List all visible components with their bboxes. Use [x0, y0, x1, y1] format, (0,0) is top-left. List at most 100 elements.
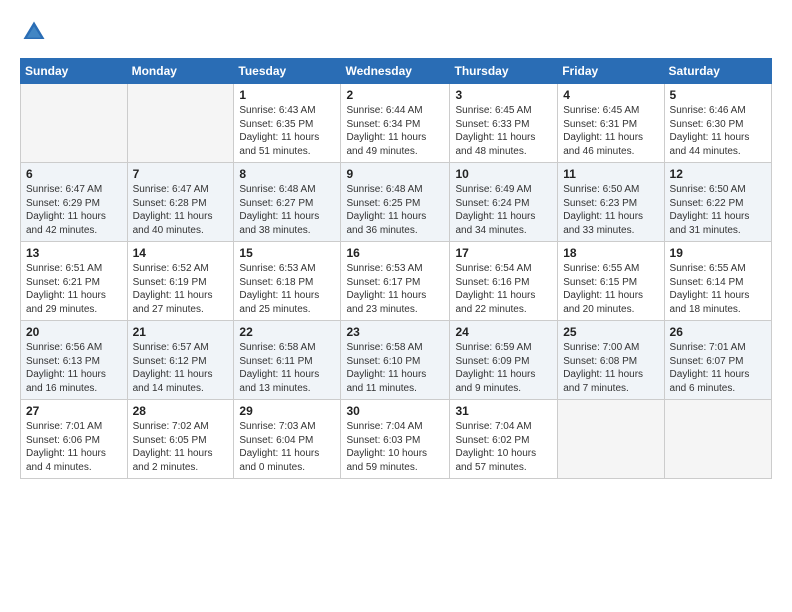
day-info: Sunrise: 7:02 AMSunset: 6:05 PMDaylight:…	[133, 420, 229, 474]
col-header-tuesday: Tuesday	[234, 59, 341, 84]
day-cell: 29Sunrise: 7:03 AMSunset: 6:04 PMDayligh…	[234, 400, 341, 479]
day-cell: 16 Sunrise: 6:53 AMSunset: 6:17 PMDayligh…	[341, 242, 450, 321]
day-cell: 15 Sunrise: 6:53 AMSunset: 6:18 PMDayligh…	[234, 242, 341, 321]
day-number: 3	[455, 88, 552, 102]
day-cell: 20 Sunrise: 6:56 AMSunset: 6:13 PMDayligh…	[21, 321, 128, 400]
day-number: 19	[670, 246, 766, 260]
day-info: Sunrise: 6:58 AMSunset: 6:10 PMDaylight:…	[346, 341, 444, 395]
day-number: 17	[455, 246, 552, 260]
day-cell: 26 Sunrise: 7:01 AMSunset: 6:07 PMDayligh…	[664, 321, 771, 400]
day-number: 4	[563, 88, 658, 102]
day-cell	[558, 400, 664, 479]
day-number: 20	[26, 325, 122, 339]
day-cell: 2 Sunrise: 6:44 AMSunset: 6:34 PMDaylight…	[341, 84, 450, 163]
day-number: 8	[239, 167, 335, 181]
col-header-thursday: Thursday	[450, 59, 558, 84]
day-cell: 8 Sunrise: 6:48 AMSunset: 6:27 PMDaylight…	[234, 163, 341, 242]
day-number: 15	[239, 246, 335, 260]
day-info: Sunrise: 6:54 AMSunset: 6:16 PMDaylight:…	[455, 262, 552, 316]
day-number: 16	[346, 246, 444, 260]
day-number: 6	[26, 167, 122, 181]
day-cell	[664, 400, 771, 479]
day-cell: 11 Sunrise: 6:50 AMSunset: 6:23 PMDayligh…	[558, 163, 664, 242]
week-row-2: 6Sunrise: 6:47 AMSunset: 6:29 PMDaylight…	[21, 163, 772, 242]
day-info: Sunrise: 6:47 AMSunset: 6:28 PMDaylight:…	[133, 183, 229, 237]
day-info: Sunrise: 6:50 AMSunset: 6:23 PMDaylight:…	[563, 183, 658, 237]
day-info: Sunrise: 7:04 AMSunset: 6:03 PMDaylight:…	[346, 420, 444, 474]
day-cell: 17 Sunrise: 6:54 AMSunset: 6:16 PMDayligh…	[450, 242, 558, 321]
day-cell: 4 Sunrise: 6:45 AMSunset: 6:31 PMDaylight…	[558, 84, 664, 163]
day-number: 5	[670, 88, 766, 102]
day-info: Sunrise: 6:55 AMSunset: 6:14 PMDaylight:…	[670, 262, 766, 316]
day-info: Sunrise: 6:53 AMSunset: 6:18 PMDaylight:…	[239, 262, 335, 316]
header-row: SundayMondayTuesdayWednesdayThursdayFrid…	[21, 59, 772, 84]
day-cell	[127, 84, 234, 163]
day-number: 28	[133, 404, 229, 418]
day-cell: 31Sunrise: 7:04 AMSunset: 6:02 PMDayligh…	[450, 400, 558, 479]
day-number: 21	[133, 325, 229, 339]
day-cell: 3 Sunrise: 6:45 AMSunset: 6:33 PMDaylight…	[450, 84, 558, 163]
day-info: Sunrise: 7:01 AMSunset: 6:07 PMDaylight:…	[670, 341, 766, 395]
day-cell: 28 Sunrise: 7:02 AMSunset: 6:05 PMDayligh…	[127, 400, 234, 479]
day-info: Sunrise: 6:46 AMSunset: 6:30 PMDaylight:…	[670, 104, 766, 158]
day-info: Sunrise: 6:43 AMSunset: 6:35 PMDaylight:…	[239, 104, 335, 158]
day-cell: 30 Sunrise: 7:04 AMSunset: 6:03 PMDayligh…	[341, 400, 450, 479]
week-row-4: 20 Sunrise: 6:56 AMSunset: 6:13 PMDayligh…	[21, 321, 772, 400]
day-cell: 25 Sunrise: 7:00 AMSunset: 6:08 PMDayligh…	[558, 321, 664, 400]
day-number: 26	[670, 325, 766, 339]
day-info: Sunrise: 6:55 AMSunset: 6:15 PMDaylight:…	[563, 262, 658, 316]
day-cell: 7Sunrise: 6:47 AMSunset: 6:28 PMDaylight…	[127, 163, 234, 242]
day-info: Sunrise: 7:00 AMSunset: 6:08 PMDaylight:…	[563, 341, 658, 395]
day-info: Sunrise: 6:52 AMSunset: 6:19 PMDaylight:…	[133, 262, 229, 316]
day-info: Sunrise: 7:04 AMSunset: 6:02 PMDaylight:…	[455, 420, 552, 474]
day-cell: 22 Sunrise: 6:58 AMSunset: 6:11 PMDayligh…	[234, 321, 341, 400]
day-cell: 18Sunrise: 6:55 AMSunset: 6:15 PMDayligh…	[558, 242, 664, 321]
day-info: Sunrise: 6:48 AMSunset: 6:25 PMDaylight:…	[346, 183, 444, 237]
day-number: 12	[670, 167, 766, 181]
day-number: 11	[563, 167, 658, 181]
col-header-saturday: Saturday	[664, 59, 771, 84]
day-info: Sunrise: 6:48 AMSunset: 6:27 PMDaylight:…	[239, 183, 335, 237]
day-number: 14	[133, 246, 229, 260]
week-row-1: 1 Sunrise: 6:43 AMSunset: 6:35 PMDaylight…	[21, 84, 772, 163]
day-number: 9	[346, 167, 444, 181]
day-cell: 9 Sunrise: 6:48 AMSunset: 6:25 PMDaylight…	[341, 163, 450, 242]
day-info: Sunrise: 6:45 AMSunset: 6:31 PMDaylight:…	[563, 104, 658, 158]
day-number: 30	[346, 404, 444, 418]
day-number: 27	[26, 404, 122, 418]
day-info: Sunrise: 6:44 AMSunset: 6:34 PMDaylight:…	[346, 104, 444, 158]
day-number: 1	[239, 88, 335, 102]
day-info: Sunrise: 6:58 AMSunset: 6:11 PMDaylight:…	[239, 341, 335, 395]
week-row-5: 27Sunrise: 7:01 AMSunset: 6:06 PMDayligh…	[21, 400, 772, 479]
day-cell: 14 Sunrise: 6:52 AMSunset: 6:19 PMDayligh…	[127, 242, 234, 321]
day-cell: 10 Sunrise: 6:49 AMSunset: 6:24 PMDayligh…	[450, 163, 558, 242]
day-number: 13	[26, 246, 122, 260]
day-number: 23	[346, 325, 444, 339]
col-header-friday: Friday	[558, 59, 664, 84]
day-info: Sunrise: 6:49 AMSunset: 6:24 PMDaylight:…	[455, 183, 552, 237]
day-cell: 5 Sunrise: 6:46 AMSunset: 6:30 PMDaylight…	[664, 84, 771, 163]
col-header-wednesday: Wednesday	[341, 59, 450, 84]
day-info: Sunrise: 6:53 AMSunset: 6:17 PMDaylight:…	[346, 262, 444, 316]
day-number: 25	[563, 325, 658, 339]
day-cell: 12 Sunrise: 6:50 AMSunset: 6:22 PMDayligh…	[664, 163, 771, 242]
day-cell: 27Sunrise: 7:01 AMSunset: 6:06 PMDayligh…	[21, 400, 128, 479]
calendar-page: SundayMondayTuesdayWednesdayThursdayFrid…	[0, 0, 792, 489]
day-cell: 23 Sunrise: 6:58 AMSunset: 6:10 PMDayligh…	[341, 321, 450, 400]
day-info: Sunrise: 6:45 AMSunset: 6:33 PMDaylight:…	[455, 104, 552, 158]
day-number: 10	[455, 167, 552, 181]
col-header-sunday: Sunday	[21, 59, 128, 84]
day-cell: 1 Sunrise: 6:43 AMSunset: 6:35 PMDaylight…	[234, 84, 341, 163]
day-cell: 6Sunrise: 6:47 AMSunset: 6:29 PMDaylight…	[21, 163, 128, 242]
day-info: Sunrise: 6:56 AMSunset: 6:13 PMDaylight:…	[26, 341, 122, 395]
day-cell: 13 Sunrise: 6:51 AMSunset: 6:21 PMDayligh…	[21, 242, 128, 321]
day-info: Sunrise: 6:51 AMSunset: 6:21 PMDaylight:…	[26, 262, 122, 316]
day-number: 2	[346, 88, 444, 102]
logo	[20, 18, 52, 46]
day-number: 24	[455, 325, 552, 339]
day-number: 29	[239, 404, 335, 418]
day-number: 22	[239, 325, 335, 339]
day-cell: 24Sunrise: 6:59 AMSunset: 6:09 PMDayligh…	[450, 321, 558, 400]
week-row-3: 13 Sunrise: 6:51 AMSunset: 6:21 PMDayligh…	[21, 242, 772, 321]
day-info: Sunrise: 6:50 AMSunset: 6:22 PMDaylight:…	[670, 183, 766, 237]
